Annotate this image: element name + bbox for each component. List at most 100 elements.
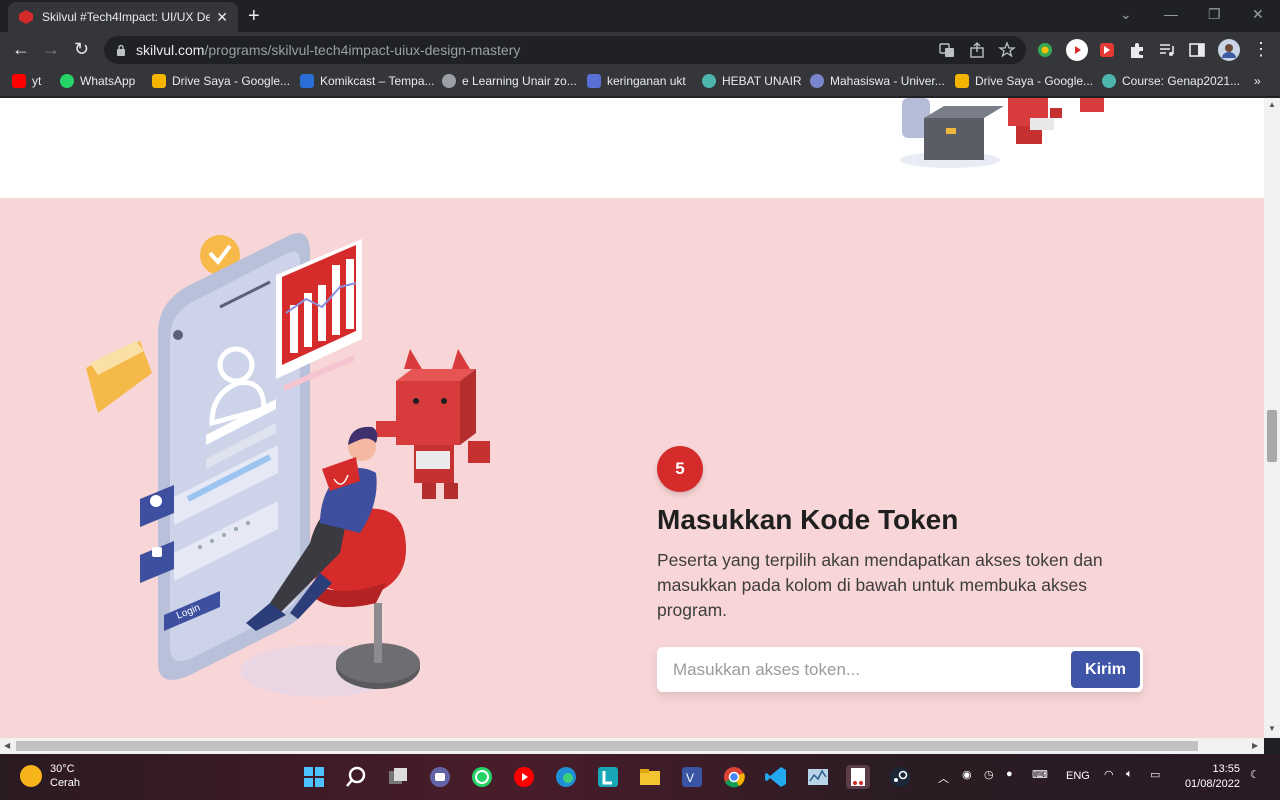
profile-avatar[interactable] xyxy=(1218,39,1240,61)
bookmark-item[interactable]: Drive Saya - Google... xyxy=(152,74,290,88)
youtube-music-icon[interactable] xyxy=(512,765,536,789)
google-drive-icon xyxy=(152,74,166,88)
sun-cloud-icon xyxy=(20,765,42,787)
submit-token-button[interactable]: Kirim xyxy=(1071,651,1140,688)
browser-tab[interactable]: Skilvul #Tech4Impact: UI/UX Des ✕ xyxy=(8,2,238,32)
network-error-tray-icon[interactable]: ● xyxy=(1006,768,1013,780)
step-number-badge: 5 xyxy=(657,446,703,492)
new-tab-button[interactable]: + xyxy=(248,6,260,26)
search-icon[interactable] xyxy=(344,765,368,789)
bookmark-label: e Learning Unair zo... xyxy=(462,74,577,88)
wifi-icon[interactable]: ◠ xyxy=(1104,768,1114,781)
language-indicator[interactable]: ENG xyxy=(1066,770,1090,782)
volume-icon[interactable]: 🔈︎ xyxy=(1126,768,1133,781)
chrome-icon[interactable] xyxy=(722,765,746,789)
minimize-button[interactable]: — xyxy=(1164,6,1178,22)
steam-tray-icon[interactable]: ◉ xyxy=(962,768,972,781)
battery-icon[interactable]: ▭ xyxy=(1150,768,1160,781)
edge-icon[interactable] xyxy=(554,765,578,789)
bookmark-item[interactable]: Course: Genap2021... xyxy=(1102,74,1240,88)
steam-icon[interactable] xyxy=(888,765,912,789)
vertical-scrollbar[interactable]: ▲ ▼ xyxy=(1264,98,1280,738)
back-button[interactable]: ← xyxy=(12,40,30,58)
unair-icon xyxy=(810,74,824,88)
scroll-up-arrow-icon[interactable]: ▲ xyxy=(1268,100,1276,109)
reload-button[interactable]: ↻ xyxy=(74,40,89,58)
side-panel-icon[interactable] xyxy=(1188,41,1206,59)
translate-icon[interactable] xyxy=(938,41,956,59)
extensions-puzzle-icon[interactable] xyxy=(1128,41,1146,59)
whatsapp-taskbar-icon[interactable] xyxy=(470,765,494,789)
tab-title: Skilvul #Tech4Impact: UI/UX Des xyxy=(42,10,211,24)
media-play-icon[interactable] xyxy=(1066,39,1088,61)
forward-button[interactable]: → xyxy=(42,40,60,58)
weather-widget[interactable]: 30°C Cerah xyxy=(20,762,80,790)
token-input[interactable] xyxy=(657,647,1067,692)
bookmark-star-icon[interactable] xyxy=(998,41,1016,59)
notification-moon-icon[interactable]: ☾ xyxy=(1250,768,1260,781)
bookmark-item[interactable]: WhatsApp xyxy=(60,74,135,88)
menu-kebab-icon[interactable]: ⋮ xyxy=(1252,40,1270,58)
hebat-icon xyxy=(702,74,716,88)
extension-colorful-icon[interactable] xyxy=(1036,41,1054,59)
horizontal-scroll-thumb[interactable] xyxy=(16,741,1198,751)
bookmark-item[interactable]: Komikcast – Tempa... xyxy=(300,74,435,88)
windows-start-icon[interactable] xyxy=(302,765,326,789)
file-explorer-icon[interactable] xyxy=(638,765,662,789)
l-app-icon[interactable] xyxy=(596,765,620,789)
system-clock[interactable]: 13:55 01/08/2022 xyxy=(1180,762,1240,792)
tab-bar: Skilvul #Tech4Impact: UI/UX Des ✕ + ⌄ — … xyxy=(0,0,1280,32)
whatsapp-icon xyxy=(60,74,74,88)
clock-date: 01/08/2022 xyxy=(1184,778,1240,790)
bookmark-item[interactable]: keringanan ukt xyxy=(587,74,686,88)
more-bookmarks-icon[interactable]: » xyxy=(1254,74,1261,88)
section-heading: Masukkan Kode Token xyxy=(657,504,959,535)
scroll-right-arrow-icon[interactable]: ▶ xyxy=(1252,741,1258,750)
windows-taskbar: 30°C Cerah V ︿ ◉ ◷ ● ⌨ ENG ◠ 🔈︎ ▭ 13:55 … xyxy=(0,754,1280,800)
token-section: Login 5 Masukkan Kode Token Peserta yang… xyxy=(0,198,1264,738)
login-illustration: Login xyxy=(86,233,490,697)
course-icon xyxy=(1102,74,1116,88)
snipping-tool-icon[interactable] xyxy=(846,765,870,789)
youtube-icon xyxy=(12,74,26,88)
bookmark-label: Mahasiswa - Univer... xyxy=(830,74,945,88)
bookmark-item[interactable]: e Learning Unair zo... xyxy=(442,74,577,88)
scroll-left-arrow-icon[interactable]: ◀ xyxy=(4,741,10,750)
bookmark-label: Komikcast – Tempa... xyxy=(320,74,435,88)
share-icon[interactable] xyxy=(968,41,986,59)
media-queue-icon[interactable] xyxy=(1158,41,1176,59)
close-window-button[interactable]: ✕ xyxy=(1252,6,1264,23)
weather-condition: Cerah xyxy=(50,777,80,789)
bookmark-label: yt xyxy=(32,74,42,88)
clock-tray-icon[interactable]: ◷ xyxy=(984,768,994,781)
tray-overflow-chevron-icon[interactable]: ︿ xyxy=(938,770,949,786)
pencil-site-icon xyxy=(587,74,601,88)
bookmark-item[interactable]: Drive Saya - Google... xyxy=(955,74,1093,88)
extension-red-icon[interactable] xyxy=(1098,41,1116,59)
bookmark-label: Drive Saya - Google... xyxy=(975,74,1094,88)
visio-icon[interactable]: V xyxy=(680,765,704,789)
task-view-icon[interactable] xyxy=(386,765,410,789)
bookmark-label: WhatsApp xyxy=(80,74,136,88)
vscode-icon[interactable] xyxy=(764,765,788,789)
bookmark-item[interactable]: yt xyxy=(12,74,41,88)
clock-time: 13:55 xyxy=(1212,763,1240,775)
bookmark-label: keringanan ukt xyxy=(607,74,686,88)
monitor-app-icon[interactable] xyxy=(806,765,830,789)
vertical-scroll-thumb[interactable] xyxy=(1267,410,1277,462)
chat-icon[interactable] xyxy=(428,765,452,789)
browser-toolbar: ← → ↻ skilvul.com/programs/skilvul-tech4… xyxy=(0,32,1280,68)
bookmark-item[interactable]: HEBAT UNAIR xyxy=(702,74,802,88)
scroll-down-arrow-icon[interactable]: ▼ xyxy=(1268,724,1276,733)
section-description: Peserta yang terpilih akan mendapatkan a… xyxy=(657,550,1103,620)
restore-button[interactable]: ❐ xyxy=(1208,6,1221,23)
keyboard-icon[interactable]: ⌨ xyxy=(1032,768,1048,781)
bookmark-label: Drive Saya - Google... xyxy=(172,74,291,88)
bookmark-label: Course: Genap2021... xyxy=(1122,74,1241,88)
address-bar[interactable]: skilvul.com/programs/skilvul-tech4impact… xyxy=(104,36,1026,64)
tab-close-icon[interactable]: ✕ xyxy=(216,9,228,26)
bookmark-label: HEBAT UNAIR xyxy=(722,74,802,88)
horizontal-scrollbar[interactable]: ◀ ▶ xyxy=(0,738,1264,754)
tab-search-chevron-icon[interactable]: ⌄ xyxy=(1120,6,1132,23)
bookmark-item[interactable]: Mahasiswa - Univer... xyxy=(810,74,945,88)
